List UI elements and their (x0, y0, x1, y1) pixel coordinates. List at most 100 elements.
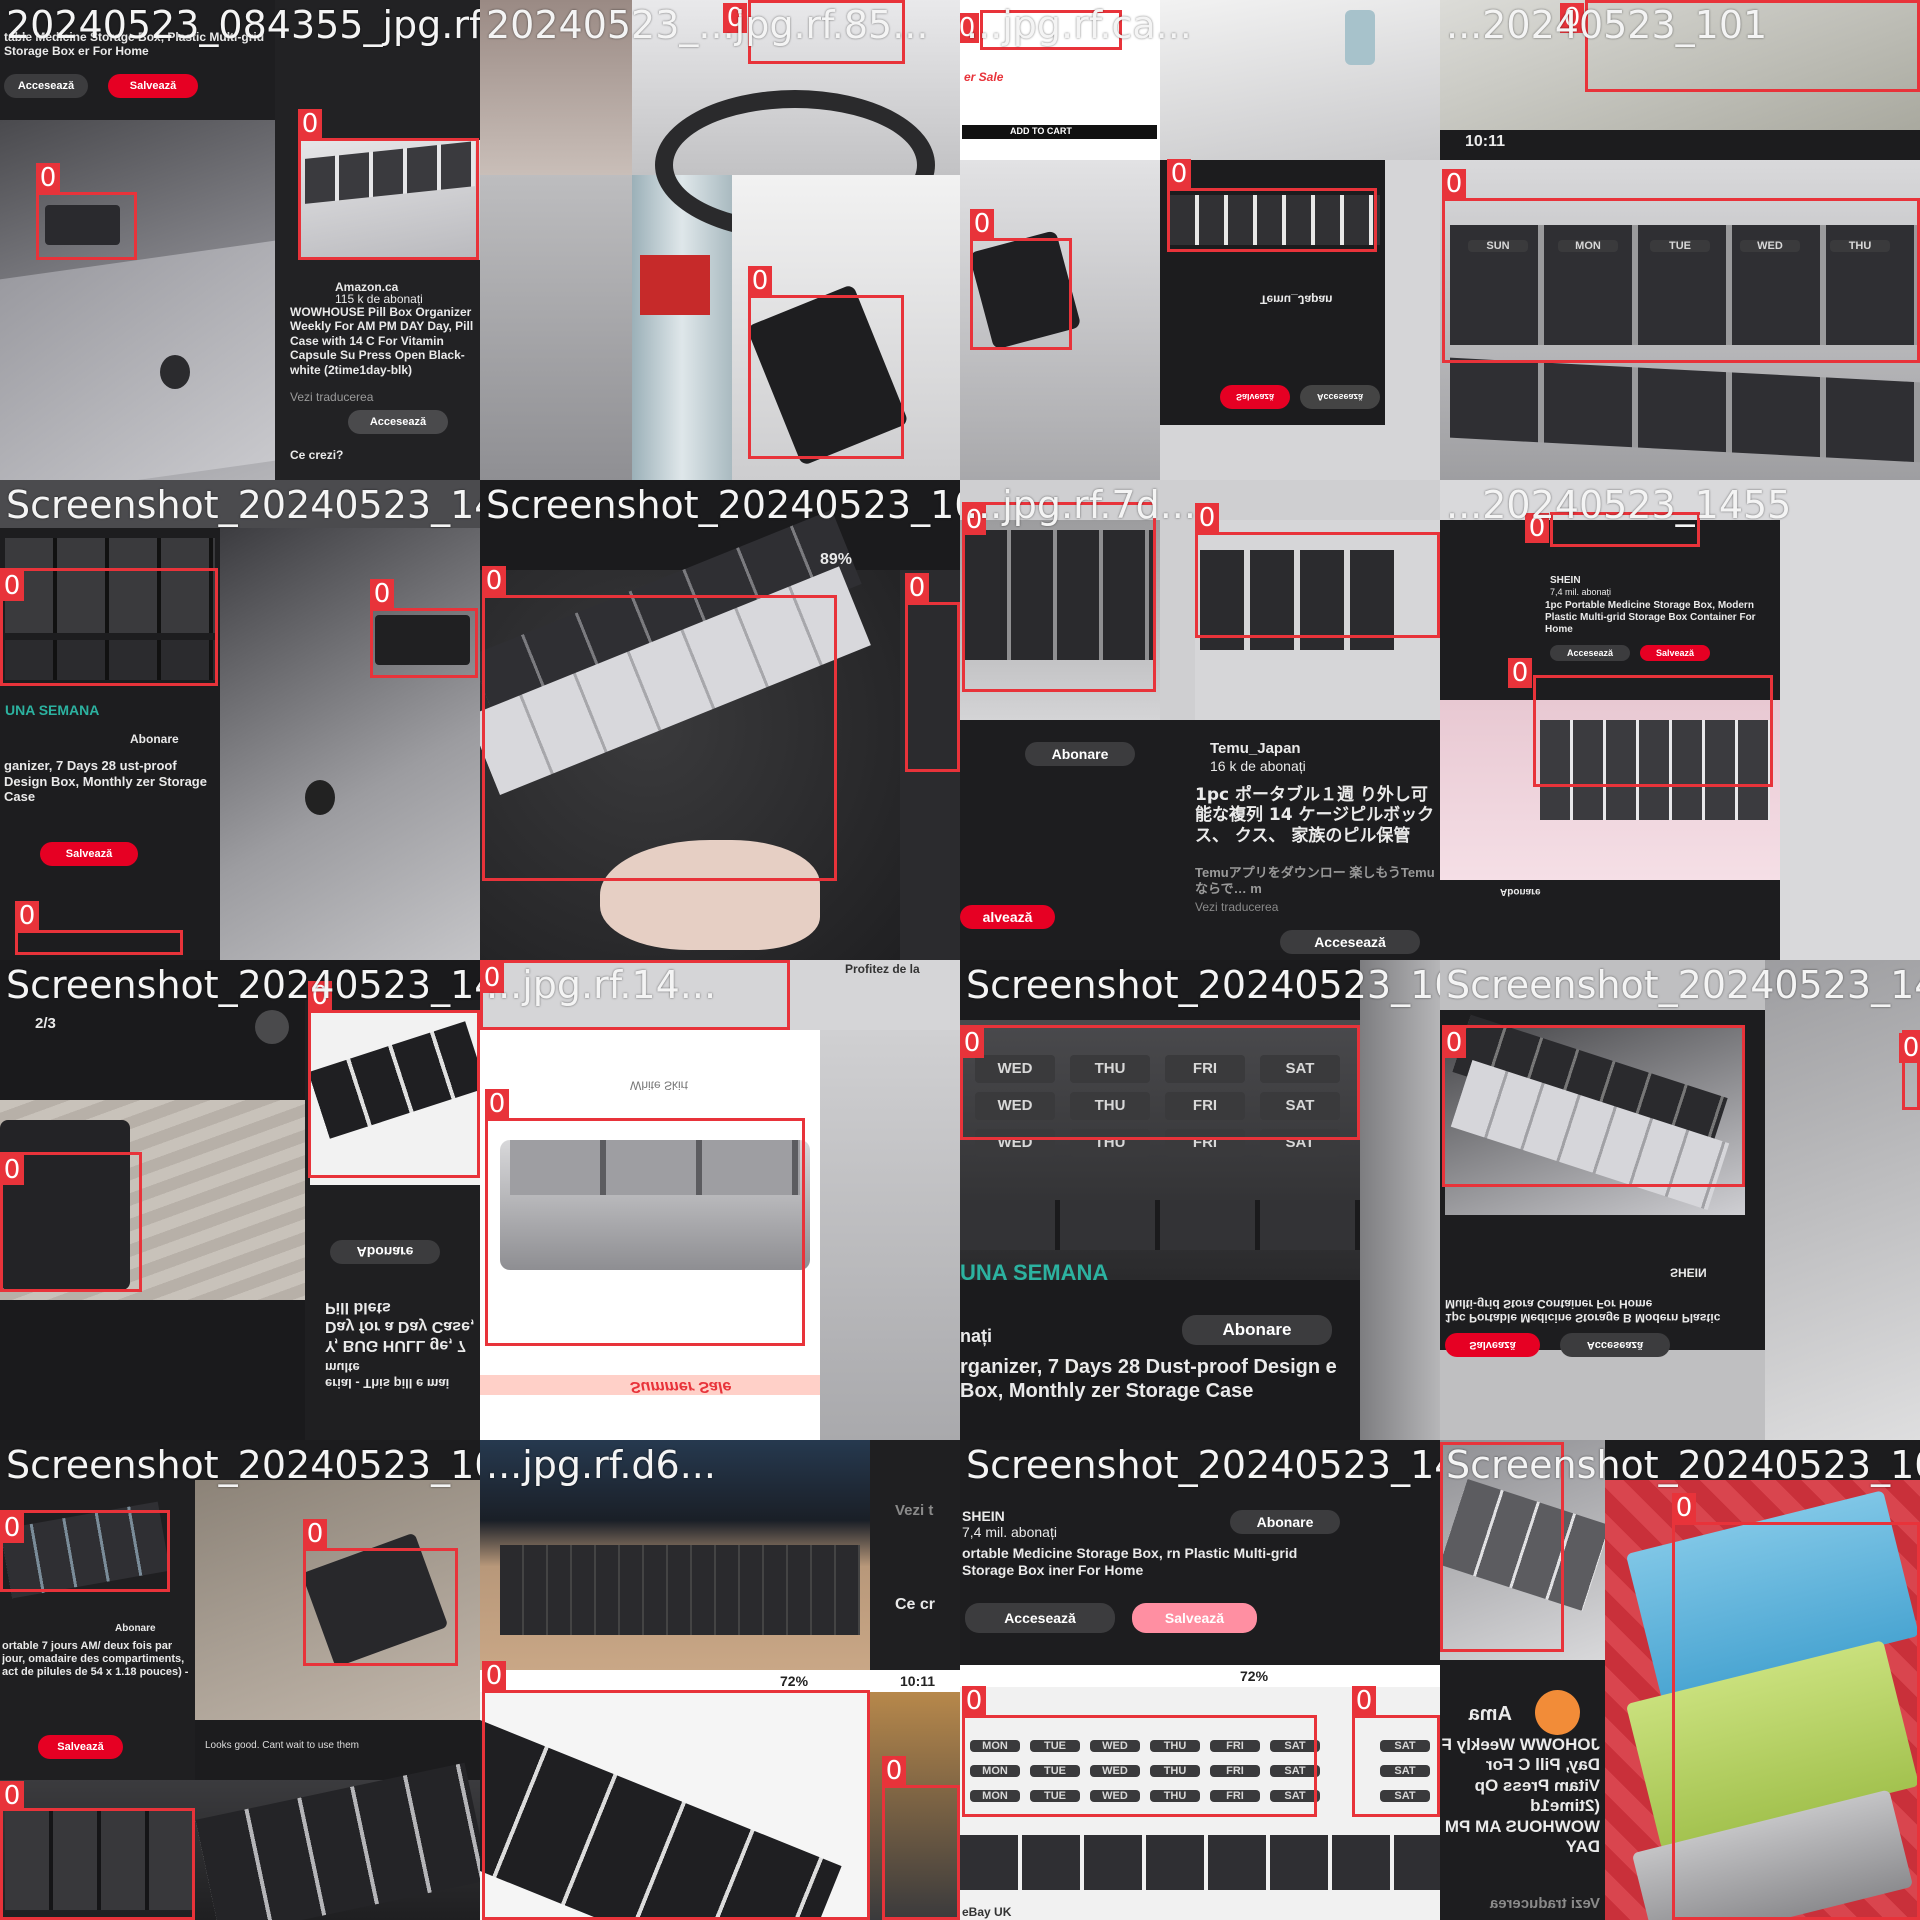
status-time: 10:11 (1465, 133, 1506, 150)
translate-link[interactable]: Vezi traducerea (290, 390, 410, 404)
channel-name: SHEIN (962, 1508, 1005, 1524)
tile-title: Screenshot_20240523_1455 (6, 483, 480, 527)
subscribers-text: nați (960, 1326, 993, 1346)
pin-description: Y, BUG HULL ge, 7 Day for a Day Case, Pi… (325, 1298, 475, 1354)
save-button[interactable]: Salvează (1220, 385, 1290, 409)
translate-link[interactable]: Vezi traducerea (1460, 1895, 1600, 1913)
access-button[interactable]: Accesează (1560, 1333, 1670, 1357)
detection-box: 0 (0, 1152, 142, 1292)
tile-title: ...jpg.rf.14... (486, 963, 717, 1007)
save-button[interactable]: Salvează (38, 1735, 123, 1759)
tile-title: 20240523_084355_jpg.rf.88 (6, 3, 480, 47)
class-label: 0 (962, 1686, 986, 1716)
profit-banner: Profitez de la (845, 962, 920, 976)
tile-title: Screenshot_20240523_1009 (1446, 1443, 1920, 1487)
detection-box: 0 (303, 1519, 458, 1666)
cart-button[interactable]: ADD TO CART (1010, 126, 1130, 137)
save-button[interactable]: Salvează (108, 74, 198, 98)
channel-name: Temu_Japan (1260, 292, 1333, 307)
pin-description: ortable Medicine Storage Box, rn Plastic… (962, 1545, 1298, 1578)
detection-box: 0 (1442, 169, 1920, 363)
pin-description-2: erial - This pill e mai multe (325, 1360, 450, 1391)
battery-status: 72% (1240, 1668, 1269, 1684)
status-bar (960, 1665, 1440, 1687)
follow-button[interactable]: Abonare (1182, 1315, 1332, 1345)
detection-box: 0 (370, 579, 478, 678)
class-label: 0 (1899, 1033, 1920, 1063)
follow-label[interactable]: Abonare (1500, 885, 1570, 897)
mosaic-tile: 10:11 SUN MON TUE WED THU ...20240523_10… (1440, 0, 1920, 480)
image-counter: 2/3 (35, 1015, 56, 1032)
detection-box: 0 (1508, 658, 1773, 787)
channel-subs: 7,4 mil. abonați (962, 1524, 1057, 1540)
mosaic-tile: SHEIN 7,4 mil. abonați Abonare ortable M… (960, 1440, 1440, 1920)
keyboard (500, 1545, 860, 1635)
translate-link[interactable]: Vezi traducerea (1195, 900, 1345, 914)
pin-description: ganizer, 7 Days 28 ust-proof Design Box,… (4, 758, 207, 805)
class-label: 0 (882, 1756, 906, 1786)
detection-box: 0 (962, 502, 1156, 692)
detection-box: 0 (36, 163, 137, 260)
laptop-lid (0, 240, 275, 480)
detection-box: 0 (298, 109, 479, 260)
tile-title: Screenshot_20240523_101 (6, 1443, 480, 1487)
access-button[interactable]: Accesează (1550, 645, 1630, 661)
class-label: 0 (1442, 169, 1466, 199)
status-bar (480, 1670, 960, 1692)
class-label: 0 (298, 109, 322, 139)
access-button[interactable]: Accesează (965, 1603, 1115, 1633)
photo-side (1765, 960, 1920, 1440)
access-button[interactable]: Accesează (4, 74, 88, 98)
pin-description-jp: 1pc ポータブル１週 り外し可能な複列 14 ケージピルボックス、 クス、 家… (1195, 785, 1435, 846)
access-button-2[interactable]: Accesează (348, 410, 448, 434)
tile-title: Screenshot_20240523_101 (486, 483, 960, 527)
detection-box: 0 (1672, 1493, 1920, 1920)
detection-box: 0 (0, 1781, 195, 1920)
tile-title: 20240523_...jpg.rf.85... (486, 3, 929, 47)
follow-label[interactable]: Abonare (130, 732, 200, 746)
mosaic-grid: table Medicine Storage Box, Plastic Mult… (0, 0, 1920, 1920)
apple-logo-icon (305, 780, 335, 815)
translate-link[interactable]: Vezi t (895, 1502, 955, 1520)
class-label: 0 (1508, 658, 1532, 688)
amazon-logo-icon (1535, 1690, 1580, 1735)
tile-title: ...jpg.rf.7d... (966, 483, 1196, 527)
save-button[interactable]: Salvează (40, 842, 138, 866)
follow-button[interactable]: Abonare (1230, 1510, 1340, 1534)
photo-floor (480, 175, 632, 480)
mosaic-tile: SHEIN 1pc Portable Medicine Storage B Mo… (1440, 960, 1920, 1440)
phone-side-ui (870, 1440, 960, 1670)
pill-row-lower (960, 1835, 1440, 1890)
week-banner: UNA SEMANA (960, 1260, 1109, 1285)
detection-box: 0 (962, 1686, 1317, 1817)
access-button[interactable]: Accesează (1280, 930, 1420, 954)
battery-status: 89% (820, 551, 853, 568)
class-label: 0 (482, 1661, 506, 1691)
channel-name: SHEIN (1550, 575, 1581, 586)
detection-box: 0 (905, 573, 960, 772)
follow-button[interactable]: Abonare (330, 1240, 440, 1264)
class-label: 0 (970, 209, 994, 239)
save-button[interactable]: alvează (960, 905, 1055, 929)
detection-box: 0 (882, 1756, 960, 1920)
pin-description: ortable 7 jours AM/ deux fois par jour, … (2, 1640, 189, 1679)
save-button[interactable]: Salvează (1640, 645, 1710, 661)
channel-name: SHEIN (1670, 1265, 1707, 1280)
channel-subs: 7,4 mil. abonați (1550, 587, 1612, 597)
pin-description: JOHOWW Weekly F Day, Pill C For Vitam Pr… (1441, 1735, 1600, 1856)
detection-box: 0 (482, 566, 837, 881)
follow-button[interactable]: Abonare (1025, 742, 1135, 766)
class-label: 0 (482, 566, 506, 596)
search-field[interactable]: White Skirt (630, 1078, 750, 1092)
follow-label[interactable]: Abonare (115, 1623, 185, 1635)
battery-status: 72% (780, 1673, 809, 1689)
save-button[interactable]: Salvează (1132, 1603, 1257, 1633)
tile-title: Screenshot_20240523_101 (966, 963, 1440, 1007)
mosaic-tile: Vezi t Ce cr 72% 10:11 ...jpg.rf.d6... 0… (480, 1440, 960, 1920)
pin-description: rganizer, 7 Days 28 Dust-proof Design e … (960, 1356, 1337, 1402)
save-button[interactable]: Salvează (1445, 1333, 1540, 1357)
detection-box: 0 (1352, 1686, 1440, 1817)
close-icon[interactable] (255, 1010, 289, 1044)
access-button[interactable]: Accesează (1300, 385, 1380, 409)
detection-box: 0 (1899, 1030, 1920, 1110)
